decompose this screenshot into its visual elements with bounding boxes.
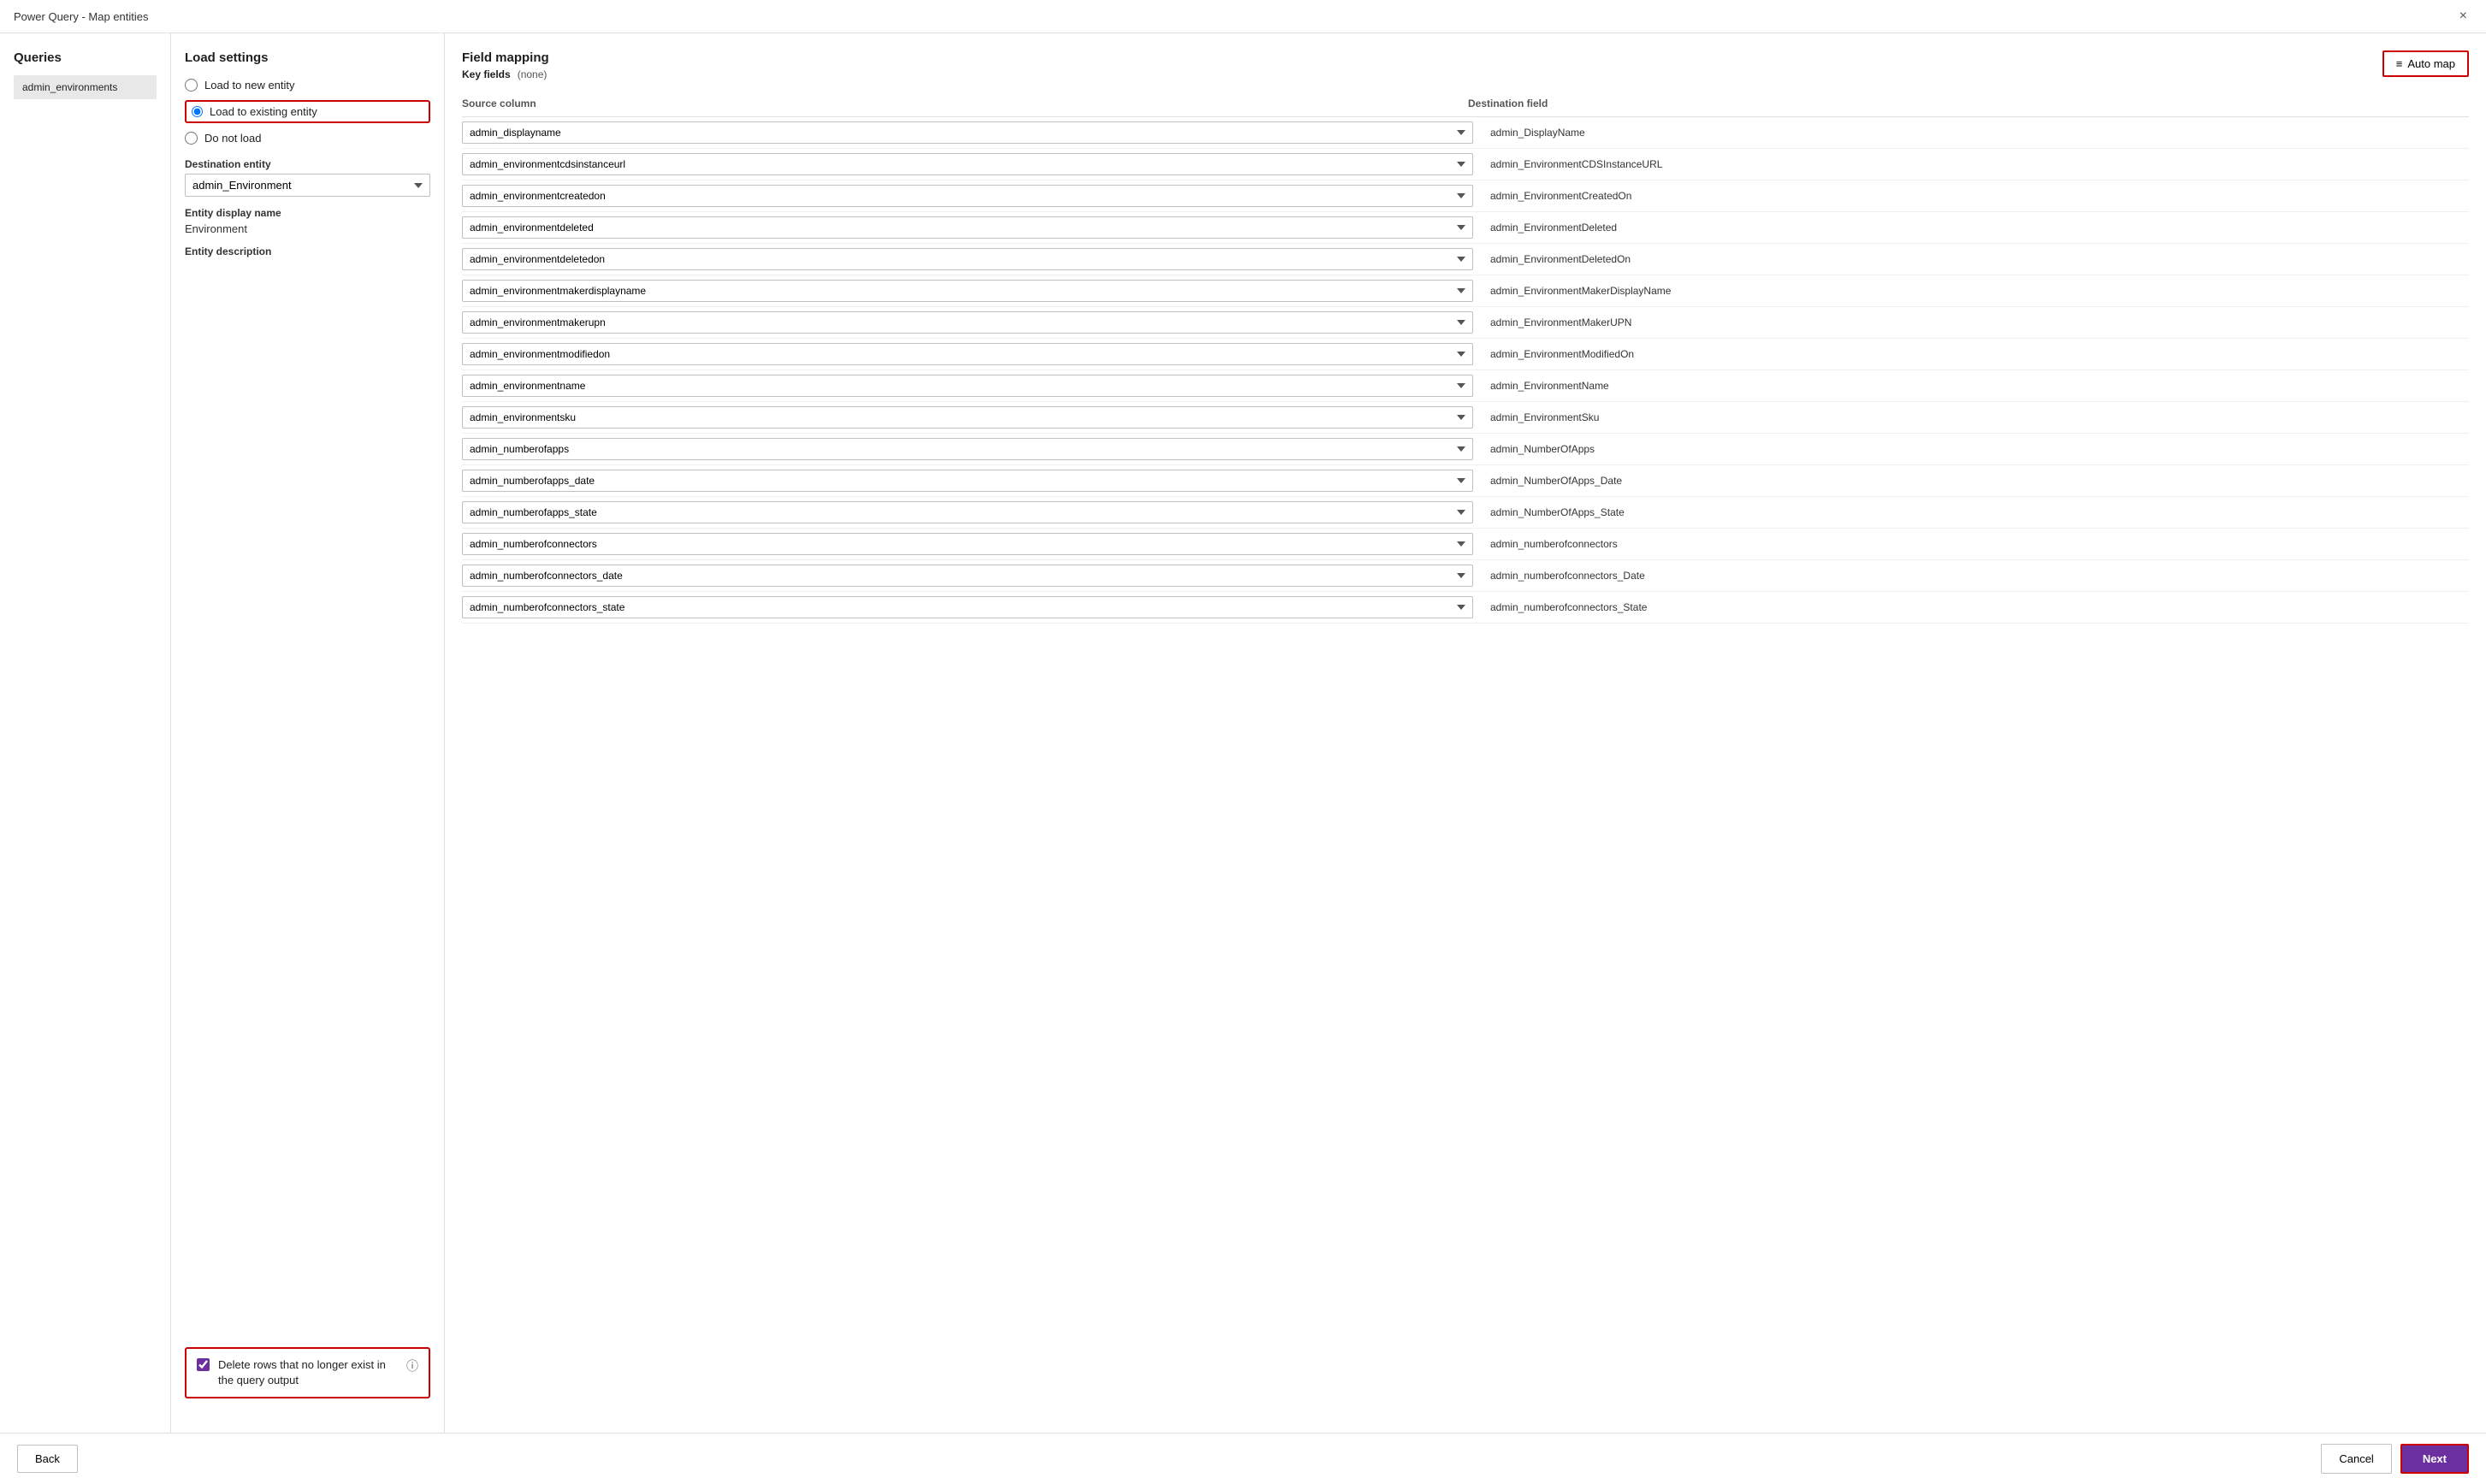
entity-display-name-value: Environment <box>185 222 430 235</box>
mapping-rows-container: admin_displaynameadmin_DisplayNameadmin_… <box>462 117 2469 624</box>
destination-field-value: admin_numberofconnectors_State <box>1487 601 2469 613</box>
table-row: admin_environmentmodifiedon admin_Environ… <box>462 339 2469 370</box>
source-column-select[interactable]: admin_environmentmakerdisplayname <box>462 280 1473 302</box>
queries-panel: Queries admin_environments <box>0 33 171 1433</box>
destination-field-value: admin_EnvironmentCreatedOn <box>1487 190 2469 202</box>
back-button[interactable]: Back <box>17 1445 78 1473</box>
source-column-select[interactable]: admin_numberofapps_state <box>462 501 1473 523</box>
table-row: admin_environmentmakerupn admin_Environme… <box>462 307 2469 339</box>
load-options-group: Load to new entity Load to existing enti… <box>185 79 430 145</box>
source-column-select[interactable]: admin_environmentmodifiedon <box>462 343 1473 365</box>
table-row: admin_displayname admin_DisplayName <box>462 117 2469 149</box>
table-row: admin_environmentsku admin_EnvironmentSku <box>462 402 2469 434</box>
do-not-load-option[interactable]: Do not load <box>185 132 430 145</box>
table-row: admin_numberofconnectors admin_numberofco… <box>462 529 2469 560</box>
destination-field-value: admin_EnvironmentMakerDisplayName <box>1487 285 2469 297</box>
auto-map-button[interactable]: ≡ Auto map <box>2382 50 2469 77</box>
field-mapping-heading: Field mapping <box>462 50 549 65</box>
destination-field-value: admin_EnvironmentName <box>1487 380 2469 392</box>
destination-field-value: admin_NumberOfApps_Date <box>1487 475 2469 487</box>
destination-field-value: admin_numberofconnectors <box>1487 538 2469 550</box>
table-row: admin_numberofconnectors_state admin_numb… <box>462 592 2469 624</box>
load-new-radio[interactable] <box>185 79 198 92</box>
source-column-select[interactable]: admin_displayname <box>462 121 1473 144</box>
auto-map-label: Auto map <box>2407 57 2455 70</box>
destination-field-value: admin_EnvironmentCDSInstanceURL <box>1487 158 2469 170</box>
queries-heading: Queries <box>14 50 157 65</box>
delete-rows-label: Delete rows that no longer exist in the … <box>218 1357 394 1388</box>
load-new-label: Load to new entity <box>204 79 295 92</box>
delete-rows-section: Delete rows that no longer exist in the … <box>185 1347 430 1398</box>
dialog-title: Power Query - Map entities <box>14 10 149 23</box>
entity-display-name-label: Entity display name <box>185 207 430 219</box>
source-column-select[interactable]: admin_environmentcdsinstanceurl <box>462 153 1473 175</box>
auto-map-icon: ≡ <box>2396 57 2403 70</box>
destination-field-value: admin_NumberOfApps <box>1487 443 2469 455</box>
query-item[interactable]: admin_environments <box>14 75 157 99</box>
source-column-select[interactable]: admin_environmentsku <box>462 406 1473 429</box>
destination-field-value: admin_numberofconnectors_Date <box>1487 570 2469 582</box>
field-mapping-panel: Field mapping Key fields (none) ≡ Auto m… <box>445 33 2486 1433</box>
next-button[interactable]: Next <box>2400 1444 2469 1474</box>
source-column-select[interactable]: admin_numberofconnectors_date <box>462 565 1473 587</box>
do-not-load-label: Do not load <box>204 132 262 145</box>
destination-field-value: admin_EnvironmentDeletedOn <box>1487 253 2469 265</box>
mapping-scroll-area[interactable]: admin_displaynameadmin_DisplayNameadmin_… <box>462 117 2469 1416</box>
field-mapping-header-left: Field mapping Key fields (none) <box>462 50 549 87</box>
source-column-select[interactable]: admin_environmentdeletedon <box>462 248 1473 270</box>
key-fields-label: Key fields <box>462 68 511 80</box>
destination-field-value: admin_NumberOfApps_State <box>1487 506 2469 518</box>
destination-field-value: admin_EnvironmentSku <box>1487 411 2469 423</box>
table-row: admin_environmentmakerdisplayname admin_E… <box>462 275 2469 307</box>
destination-entity-label: Destination entity <box>185 158 430 170</box>
load-settings-heading: Load settings <box>185 50 430 65</box>
source-column-select[interactable]: admin_numberofapps_date <box>462 470 1473 492</box>
table-row: admin_environmentdeleted admin_Environmen… <box>462 212 2469 244</box>
source-column-select[interactable]: admin_environmentdeleted <box>462 216 1473 239</box>
source-column-select[interactable]: admin_environmentmakerupn <box>462 311 1473 334</box>
source-column-select[interactable]: admin_numberofconnectors <box>462 533 1473 555</box>
key-fields-row: Key fields (none) <box>462 68 549 80</box>
source-column-select[interactable]: admin_numberofconnectors_state <box>462 596 1473 618</box>
info-icon[interactable]: ⓘ <box>406 1357 418 1375</box>
load-existing-option-highlighted[interactable]: Load to existing entity <box>185 100 430 123</box>
title-bar: Power Query - Map entities × <box>0 0 2486 33</box>
destination-field-value: admin_EnvironmentModifiedOn <box>1487 348 2469 360</box>
table-row: admin_numberofapps admin_NumberOfApps <box>462 434 2469 465</box>
source-column-select[interactable]: admin_numberofapps <box>462 438 1473 460</box>
load-existing-radio[interactable] <box>192 106 203 117</box>
load-existing-label: Load to existing entity <box>210 105 317 118</box>
footer-right: Cancel Next <box>2321 1444 2469 1474</box>
destination-field-value: admin_EnvironmentDeleted <box>1487 222 2469 234</box>
destination-field-value: admin_EnvironmentMakerUPN <box>1487 316 2469 328</box>
delete-rows-checkbox[interactable] <box>197 1358 210 1371</box>
table-row: admin_numberofapps_date admin_NumberOfApp… <box>462 465 2469 497</box>
source-column-header: Source column <box>462 98 1454 109</box>
table-row: admin_numberofconnectors_date admin_numbe… <box>462 560 2469 592</box>
table-row: admin_numberofapps_state admin_NumberOfAp… <box>462 497 2469 529</box>
do-not-load-radio[interactable] <box>185 132 198 145</box>
destination-field-value: admin_DisplayName <box>1487 127 2469 139</box>
key-fields-value: (none) <box>518 68 548 80</box>
cancel-button[interactable]: Cancel <box>2321 1444 2391 1474</box>
table-row: admin_environmentname admin_EnvironmentNa… <box>462 370 2469 402</box>
load-settings-panel: Load settings Load to new entity Load to… <box>171 33 445 1433</box>
footer: Back Cancel Next <box>0 1433 2486 1484</box>
table-row: admin_environmentdeletedon admin_Environm… <box>462 244 2469 275</box>
entity-description-label: Entity description <box>185 245 430 257</box>
main-layout: Queries admin_environments Load settings… <box>0 33 2486 1433</box>
source-column-select[interactable]: admin_environmentcreatedon <box>462 185 1473 207</box>
table-row: admin_environmentcdsinstanceurl admin_Env… <box>462 149 2469 180</box>
destination-entity-select[interactable]: admin_Environment <box>185 174 430 197</box>
field-mapping-top: Field mapping Key fields (none) ≡ Auto m… <box>462 50 2469 87</box>
destination-field-header: Destination field <box>1468 98 2460 109</box>
load-new-option[interactable]: Load to new entity <box>185 79 430 92</box>
table-row: admin_environmentcreatedon admin_Environm… <box>462 180 2469 212</box>
source-column-select[interactable]: admin_environmentname <box>462 375 1473 397</box>
close-button[interactable]: × <box>2454 7 2472 26</box>
mapping-columns-header: Source column Destination field <box>462 98 2469 117</box>
